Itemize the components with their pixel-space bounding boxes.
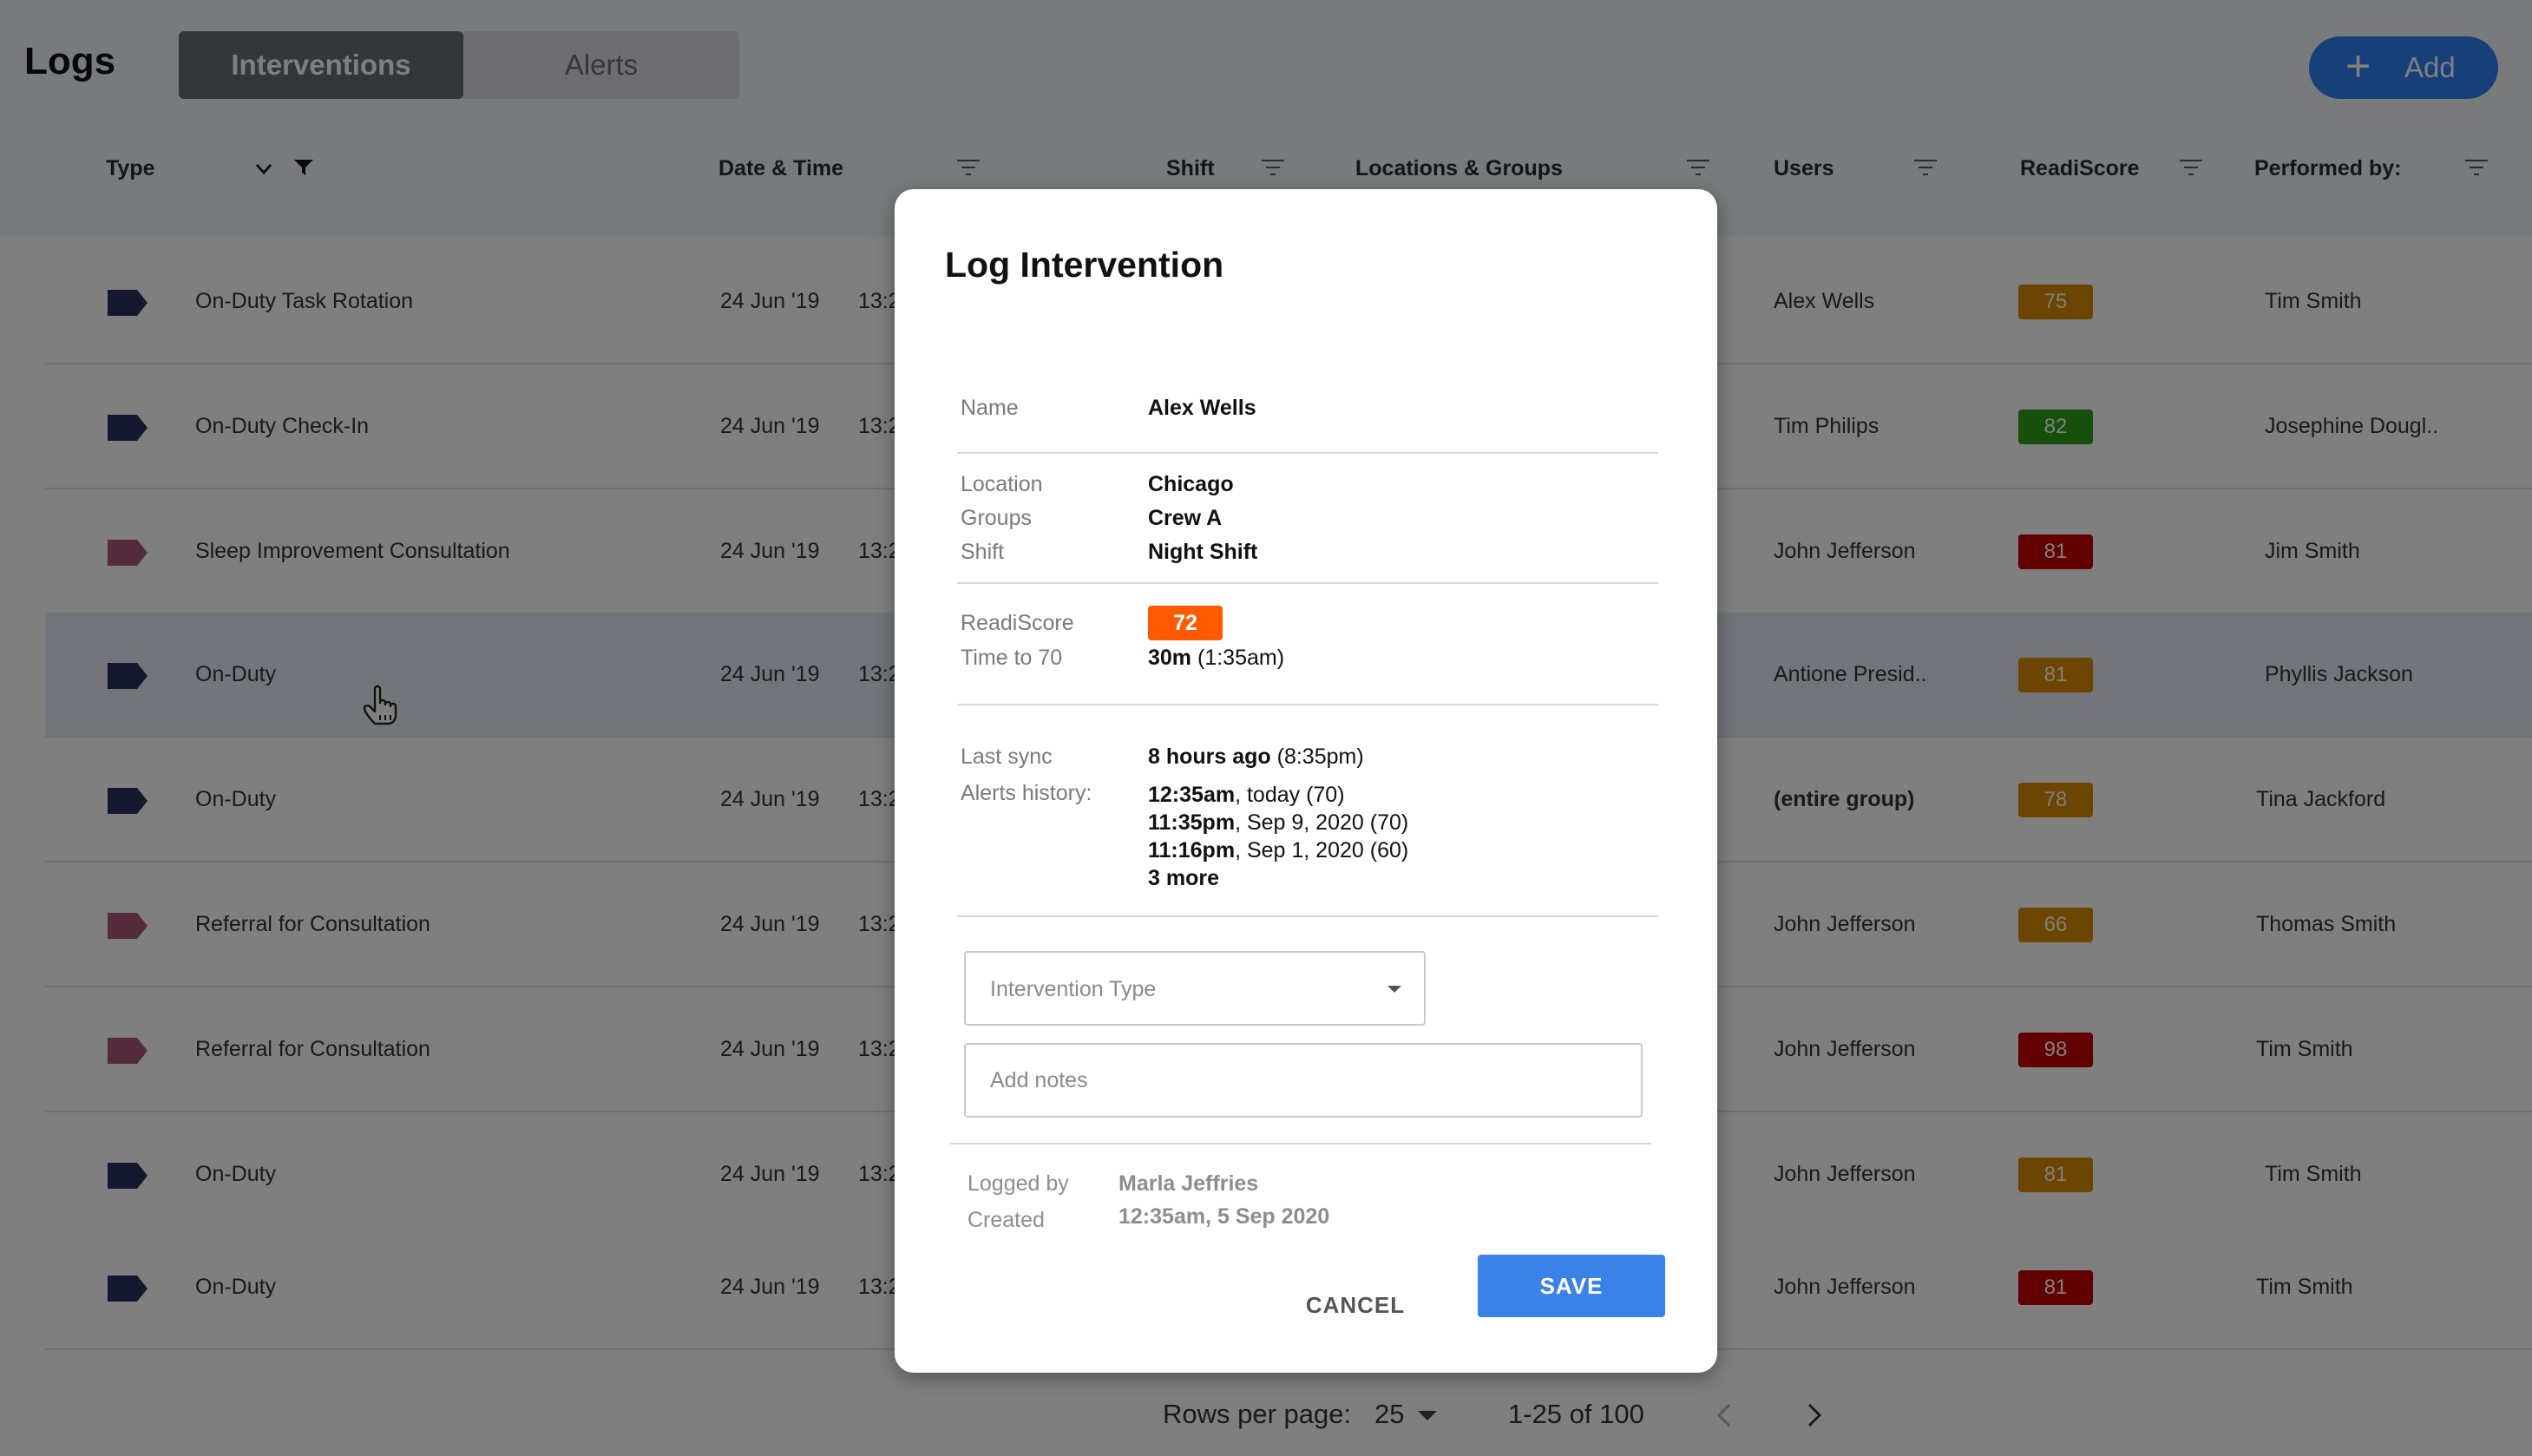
alert-history-item: 11:35pm, Sep 9, 2020 (70)	[1148, 810, 1409, 835]
location-label: Location	[961, 472, 1043, 496]
caret-down-icon	[1387, 986, 1401, 993]
divider	[957, 452, 1658, 454]
time-to-label: Time to 70	[961, 646, 1063, 670]
divider	[950, 1143, 1651, 1144]
divider	[957, 915, 1658, 917]
alert-history-item: 11:16pm, Sep 1, 2020 (60)	[1148, 838, 1409, 862]
last-sync-label: Last sync	[961, 744, 1053, 769]
logged-by-value: Marla Jeffries	[1118, 1171, 1259, 1196]
log-intervention-dialog: Log Intervention Name Alex Wells Locatio…	[895, 189, 1717, 1373]
shift-label: Shift	[961, 540, 1005, 564]
time-to-value: 30m (1:35am)	[1148, 646, 1285, 670]
groups-value: Crew A	[1148, 506, 1223, 530]
readiscore-badge: 72	[1148, 606, 1223, 640]
alerts-history-label: Alerts history:	[961, 781, 1092, 805]
shift-value: Night Shift	[1148, 540, 1258, 564]
divider	[957, 704, 1658, 705]
created-label: Created	[968, 1208, 1045, 1232]
notes-input[interactable]	[964, 1043, 1643, 1118]
groups-label: Groups	[961, 506, 1032, 530]
readiscore-label: ReadiScore	[961, 611, 1074, 635]
name-label: Name	[961, 396, 1019, 420]
cancel-button[interactable]: CANCEL	[1290, 1279, 1420, 1331]
logged-by-label: Logged by	[968, 1171, 1069, 1196]
location-value: Chicago	[1148, 472, 1234, 496]
alerts-more-link[interactable]: 3 more	[1148, 866, 1219, 891]
name-value: Alex Wells	[1148, 396, 1256, 420]
intervention-type-placeholder: Intervention Type	[990, 977, 1157, 1001]
divider	[957, 582, 1658, 584]
dialog-title: Log Intervention	[945, 245, 1224, 285]
alert-history-item: 12:35am, today (70)	[1148, 783, 1345, 807]
created-value: 12:35am, 5 Sep 2020	[1118, 1204, 1330, 1229]
last-sync-value: 8 hours ago (8:35pm)	[1148, 744, 1364, 769]
save-button[interactable]: SAVE	[1478, 1255, 1665, 1317]
intervention-type-select[interactable]: Intervention Type	[964, 951, 1426, 1026]
